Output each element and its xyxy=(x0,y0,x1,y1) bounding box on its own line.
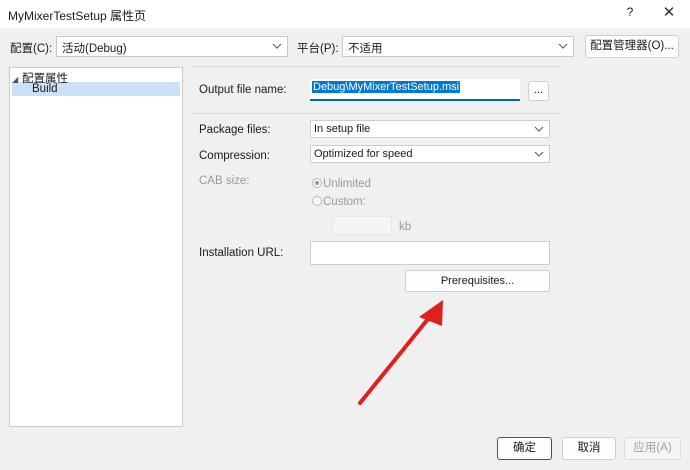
cab-unlimited-radio[interactable] xyxy=(312,178,322,188)
divider xyxy=(192,66,560,67)
tree-item-build[interactable]: Build xyxy=(32,83,58,95)
compression-value: Optimized for speed xyxy=(314,148,413,160)
prerequisites-button[interactable]: Prerequisites... xyxy=(405,270,550,292)
help-button[interactable]: ? xyxy=(622,5,638,21)
config-label: 配置(C): xyxy=(10,43,53,55)
cab-size-input[interactable] xyxy=(332,216,392,235)
output-file-value: Debug\MyMixerTestSetup.msi xyxy=(312,81,461,93)
package-files-select[interactable]: In setup file xyxy=(310,120,550,138)
property-tree xyxy=(9,67,183,427)
cab-custom-radio[interactable] xyxy=(312,196,322,206)
expand-triangle-icon[interactable]: ◢ xyxy=(12,75,22,84)
package-files-label: Package files: xyxy=(199,124,271,136)
platform-label: 平台(P): xyxy=(297,43,339,55)
platform-select[interactable]: 不适用 xyxy=(342,36,574,57)
config-select-value: 活动(Debug) xyxy=(62,43,127,55)
divider xyxy=(192,113,560,114)
cab-size-label: CAB size: xyxy=(199,175,250,187)
platform-select-value: 不适用 xyxy=(348,43,383,55)
installation-url-input[interactable] xyxy=(310,241,550,265)
chevron-down-icon xyxy=(271,40,283,52)
compression-select[interactable]: Optimized for speed xyxy=(310,145,550,163)
cab-custom-label: Custom: xyxy=(323,196,366,208)
chevron-down-icon xyxy=(533,148,545,160)
config-select[interactable]: 活动(Debug) xyxy=(56,36,288,57)
red-arrow-annotation xyxy=(358,300,443,405)
package-files-value: In setup file xyxy=(314,123,371,135)
cancel-button[interactable]: 取消 xyxy=(562,437,616,460)
close-button[interactable]: ✕ xyxy=(656,2,682,24)
apply-button[interactable]: 应用(A) xyxy=(624,437,681,460)
window-title: MyMixerTestSetup 属性页 xyxy=(8,9,147,23)
config-manager-button[interactable]: 配置管理器(O)... xyxy=(585,35,679,58)
compression-label: Compression: xyxy=(199,150,270,162)
chevron-down-icon xyxy=(533,123,545,135)
cab-unlimited-label: Unlimited xyxy=(323,178,371,190)
cab-unit-label: kb xyxy=(399,221,412,233)
installation-url-label: Installation URL: xyxy=(199,247,284,259)
ok-button[interactable]: 确定 xyxy=(497,437,552,460)
output-file-input[interactable]: Debug\MyMixerTestSetup.msi xyxy=(310,79,520,101)
browse-button[interactable]: ... xyxy=(528,81,549,101)
chevron-down-icon xyxy=(557,40,569,52)
output-file-label: Output file name: xyxy=(199,84,287,96)
